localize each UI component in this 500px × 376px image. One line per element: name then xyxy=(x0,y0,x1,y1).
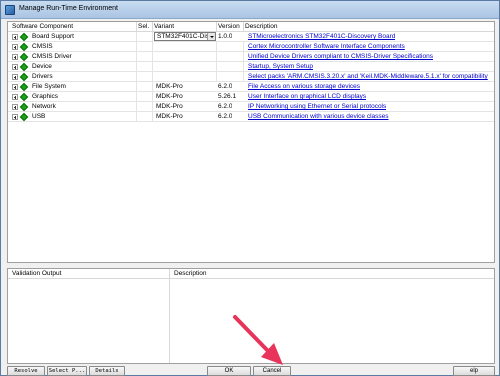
description-link[interactable]: STMicroelectronics STM32F401C-Discovery … xyxy=(248,33,395,40)
component-diamond-icon xyxy=(19,42,29,52)
component-name: Drivers xyxy=(32,73,53,80)
expand-icon[interactable] xyxy=(12,64,18,70)
description-link[interactable]: Select packs 'ARM.CMSIS.3.20.x' and 'Kei… xyxy=(248,73,488,80)
version-cell xyxy=(216,62,244,72)
chevron-down-icon[interactable] xyxy=(207,33,215,40)
col-version[interactable]: Version xyxy=(218,23,240,30)
sel-cell[interactable] xyxy=(136,112,153,122)
expand-icon[interactable] xyxy=(12,34,18,40)
component-name: Network xyxy=(32,103,56,110)
component-name: Board Support xyxy=(32,33,74,40)
component-diamond-icon xyxy=(19,82,29,92)
expand-icon[interactable] xyxy=(12,114,18,120)
details-button[interactable]: Details xyxy=(89,366,125,376)
version-value: 5.26.1 xyxy=(218,93,237,100)
table-row[interactable]: Graphics MDK-Pro 5.26.1 User Interface o… xyxy=(8,92,494,102)
col-sel[interactable]: Sel. xyxy=(138,23,149,30)
expand-icon[interactable] xyxy=(12,74,18,80)
title-bar: Manage Run-Time Environment xyxy=(1,1,499,19)
component-name: Graphics xyxy=(32,93,59,100)
component-diamond-icon xyxy=(19,72,29,82)
description-link[interactable]: Startup, System Setup xyxy=(248,63,313,70)
description-link[interactable]: IP Networking using Ethernet or Serial p… xyxy=(248,103,386,110)
ok-button[interactable]: OK xyxy=(207,366,251,376)
col-description[interactable]: Description xyxy=(245,23,278,30)
table-row[interactable]: File System MDK-Pro 6.2.0 File Access on… xyxy=(8,82,494,92)
component-diamond-icon xyxy=(19,92,29,102)
table-row[interactable]: Drivers Select packs 'ARM.CMSIS.3.20.x' … xyxy=(8,72,494,82)
validation-description-label: Description xyxy=(174,270,207,277)
description-link[interactable]: USB Communication with various device cl… xyxy=(248,113,389,120)
sel-cell[interactable] xyxy=(136,32,153,42)
variant-value: MDK-Pro xyxy=(156,93,183,100)
select-packs-button[interactable]: Select P... xyxy=(47,366,87,376)
validation-header: Validation Output Description xyxy=(8,269,494,279)
sel-cell[interactable] xyxy=(136,92,153,102)
component-diamond-icon xyxy=(19,52,29,62)
sel-cell[interactable] xyxy=(136,102,153,112)
description-link[interactable]: File Access on various storage devices xyxy=(248,83,360,90)
version-cell xyxy=(216,72,244,82)
sel-cell[interactable] xyxy=(136,52,153,62)
col-variant[interactable]: Variant xyxy=(154,23,174,30)
component-name: CMSIS Driver xyxy=(32,53,72,60)
version-value: 6.2.0 xyxy=(218,103,233,110)
table-row[interactable]: CMSIS Driver Unified Device Drivers comp… xyxy=(8,52,494,62)
version-value: 1.0.0 xyxy=(218,33,233,40)
sel-cell[interactable] xyxy=(136,82,153,92)
description-link[interactable]: Cortex Microcontroller Software Interfac… xyxy=(248,43,405,50)
manage-rte-window: Manage Run-Time Environment Software Com… xyxy=(0,0,500,376)
expand-icon[interactable] xyxy=(12,104,18,110)
component-diamond-icon xyxy=(19,112,29,122)
resolve-button[interactable]: Resolve xyxy=(7,366,45,376)
component-name: USB xyxy=(32,113,46,120)
component-name: Device xyxy=(32,63,52,70)
table-row[interactable]: Board Support STM32F401C-Disco 1.0.0 STM… xyxy=(8,32,494,42)
variant-dropdown[interactable]: STM32F401C-Disco xyxy=(154,32,216,41)
version-value: 6.2.0 xyxy=(218,83,233,90)
grid-header: Software Component Sel. Variant Version … xyxy=(8,22,494,32)
expand-icon[interactable] xyxy=(12,44,18,50)
component-name: File System xyxy=(32,83,66,90)
variant-value: STM32F401C-Disco xyxy=(157,33,207,40)
component-diamond-icon xyxy=(19,102,29,112)
version-value: 6.2.0 xyxy=(218,113,233,120)
help-button[interactable]: elp xyxy=(453,366,495,376)
table-row[interactable]: Device Startup, System Setup xyxy=(8,62,494,72)
version-cell xyxy=(216,52,244,62)
cancel-button[interactable]: Cancel xyxy=(253,366,291,376)
expand-icon[interactable] xyxy=(12,84,18,90)
variant-value: MDK-Pro xyxy=(156,113,183,120)
variant-value: MDK-Pro xyxy=(156,83,183,90)
table-row[interactable]: CMSIS Cortex Microcontroller Software In… xyxy=(8,42,494,52)
description-link[interactable]: Unified Device Drivers compliant to CMSI… xyxy=(248,53,433,60)
sel-cell[interactable] xyxy=(136,72,153,82)
sel-cell[interactable] xyxy=(136,42,153,52)
validation-output-label: Validation Output xyxy=(12,270,62,277)
variant-value: MDK-Pro xyxy=(156,103,183,110)
version-cell xyxy=(216,42,244,52)
validation-divider xyxy=(169,269,170,363)
validation-panel: Validation Output Description xyxy=(7,268,495,364)
sel-cell[interactable] xyxy=(136,62,153,72)
expand-icon[interactable] xyxy=(12,94,18,100)
col-software-component[interactable]: Software Component xyxy=(12,23,73,30)
table-row[interactable]: Network MDK-Pro 6.2.0 IP Networking usin… xyxy=(8,102,494,112)
component-diamond-icon xyxy=(19,32,29,42)
expand-icon[interactable] xyxy=(12,54,18,60)
description-link[interactable]: User Interface on graphical LCD displays xyxy=(248,93,366,100)
table-row[interactable]: USB MDK-Pro 6.2.0 USB Communication with… xyxy=(8,112,494,122)
app-icon xyxy=(5,5,15,15)
window-title: Manage Run-Time Environment xyxy=(19,5,118,12)
component-name: CMSIS xyxy=(32,43,53,50)
component-grid: Software Component Sel. Variant Version … xyxy=(7,21,495,263)
component-diamond-icon xyxy=(19,62,29,72)
